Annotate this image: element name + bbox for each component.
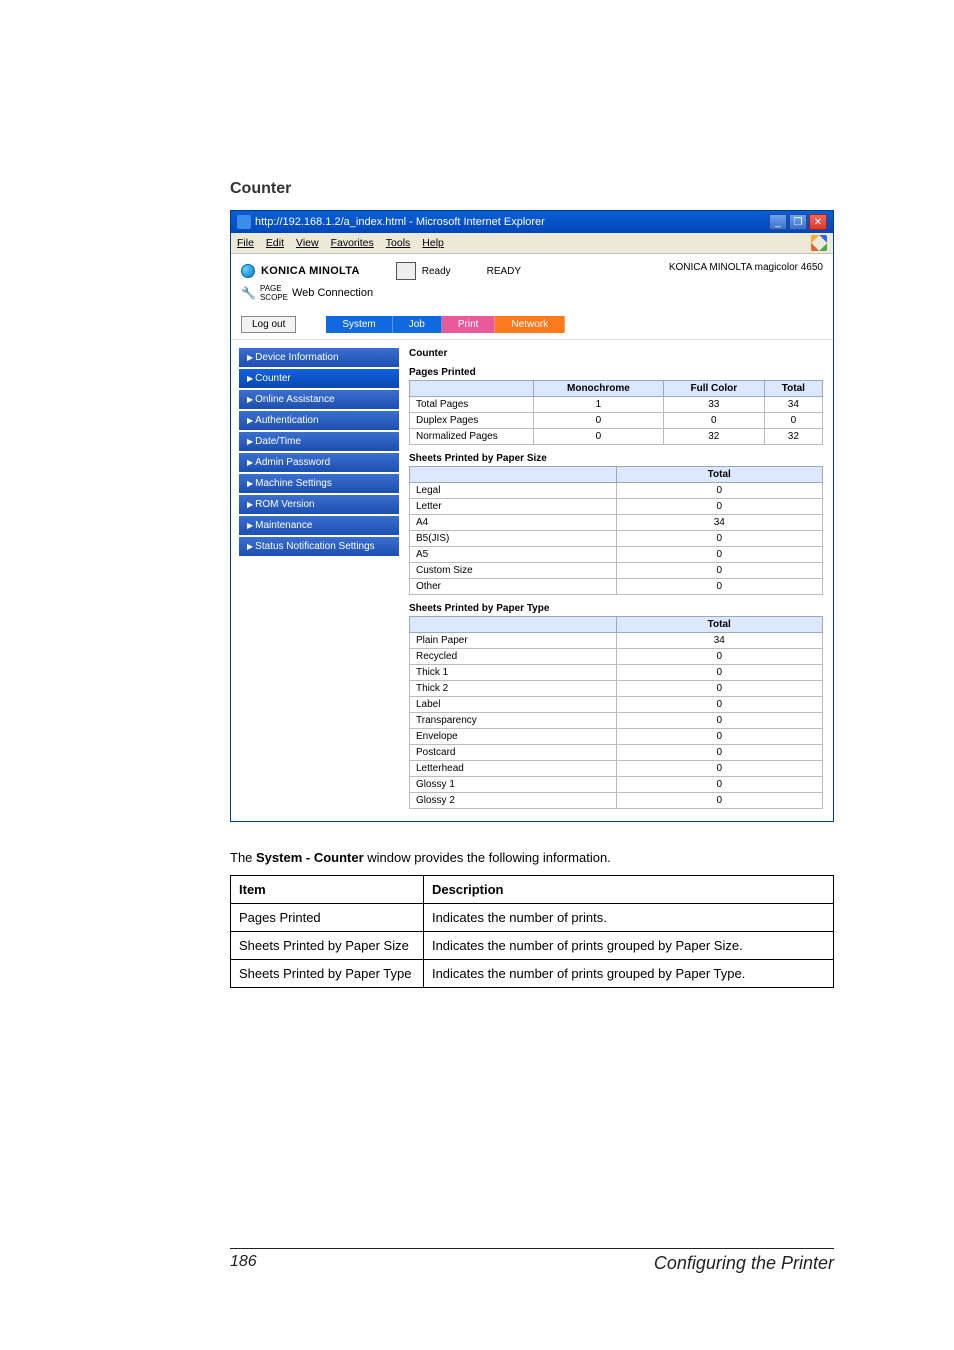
pages-printed-table: Monochrome Full Color Total Total Pages1… [409,380,823,445]
menu-edit[interactable]: Edit [266,237,284,249]
table-row: Label0 [410,697,823,713]
menu-view[interactable]: View [296,237,319,249]
sidebar-item-device-information[interactable]: ▶Device Information [239,348,399,367]
explain-header-description: Description [423,876,833,904]
by-size-heading: Sheets Printed by Paper Size [409,453,823,464]
page-section-title: Counter [230,180,834,198]
logout-button[interactable]: Log out [241,316,296,333]
ie-icon [237,215,251,229]
menu-file[interactable]: File [237,237,254,249]
pages-printed-heading: Pages Printed [409,367,823,378]
minimize-button[interactable]: _ [769,214,787,230]
explain-header-item: Item [231,876,424,904]
brand-logo-icon [241,264,255,278]
by-size-table: Total Legal0 Letter0 A434 B5(JIS)0 A50 C… [409,466,823,595]
status-value: READY [487,266,521,277]
table-row: Pages PrintedIndicates the number of pri… [231,904,834,932]
table-row: Recycled0 [410,649,823,665]
col-total: Total [616,617,823,633]
sidebar-item-admin-password[interactable]: ▶Admin Password [239,453,399,472]
menu-bar: File Edit View Favorites Tools Help [231,233,833,254]
caption-text: The System - Counter window provides the… [230,850,834,865]
table-row: Postcard0 [410,745,823,761]
tab-network[interactable]: Network [495,316,565,333]
page-footer: 186 Configuring the Printer [230,1248,834,1274]
table-row: Sheets Printed by Paper TypeIndicates th… [231,960,834,988]
sidebar-item-machine-settings[interactable]: ▶Machine Settings [239,474,399,493]
table-row: Thick 10 [410,665,823,681]
table-row: Plain Paper34 [410,633,823,649]
sidebar-item-authentication[interactable]: ▶Authentication [239,411,399,430]
tab-print[interactable]: Print [442,316,496,333]
table-row: Thick 20 [410,681,823,697]
printer-icon [396,262,416,280]
menu-help[interactable]: Help [422,237,444,249]
table-row: Transparency0 [410,713,823,729]
table-row: Total Pages13334 [410,397,823,413]
table-row: Letter0 [410,499,823,515]
col-full-color: Full Color [663,381,764,397]
pagescope-icon: 🔧 [241,286,256,300]
web-connection-label: Web Connection [292,287,373,299]
col-total: Total [764,381,822,397]
explain-table: Item Description Pages PrintedIndicates … [230,875,834,988]
table-row: Glossy 10 [410,777,823,793]
table-row: Legal0 [410,483,823,499]
table-row: A50 [410,547,823,563]
by-type-heading: Sheets Printed by Paper Type [409,603,823,614]
sidebar-item-maintenance[interactable]: ▶Maintenance [239,516,399,535]
table-row: A434 [410,515,823,531]
table-row: Other0 [410,579,823,595]
maximize-button[interactable]: ❐ [789,214,807,230]
sidebar: ▶Device Information ▶Counter ▶Online Ass… [239,348,399,813]
page-number: 186 [230,1253,257,1274]
table-row: Sheets Printed by Paper SizeIndicates th… [231,932,834,960]
sidebar-item-status-notification-settings[interactable]: ▶Status Notification Settings [239,537,399,556]
windows-logo-icon [811,235,827,251]
sidebar-item-online-assistance[interactable]: ▶Online Assistance [239,390,399,409]
window-title: http://192.168.1.2/a_index.html - Micros… [255,216,545,228]
table-row: B5(JIS)0 [410,531,823,547]
menu-favorites[interactable]: Favorites [331,237,374,249]
table-row: Envelope0 [410,729,823,745]
sidebar-item-rom-version[interactable]: ▶ROM Version [239,495,399,514]
main-content: Counter Pages Printed Monochrome Full Co… [405,340,833,821]
close-button[interactable]: ✕ [809,214,827,230]
window-titlebar: http://192.168.1.2/a_index.html - Micros… [231,211,833,233]
menu-tools[interactable]: Tools [386,237,411,249]
panel-title: Counter [409,348,823,359]
browser-window: http://192.168.1.2/a_index.html - Micros… [230,210,834,822]
table-row: Normalized Pages03232 [410,429,823,445]
tab-system[interactable]: System [326,316,392,333]
table-row: Duplex Pages000 [410,413,823,429]
brand-name: KONICA MINOLTA [261,265,360,277]
table-row: Custom Size0 [410,563,823,579]
sidebar-item-counter[interactable]: ▶Counter [239,369,399,388]
model-name: KONICA MINOLTA magicolor 4650 [669,262,823,273]
footer-title: Configuring the Printer [654,1253,834,1274]
by-type-table: Total Plain Paper34 Recycled0 Thick 10 T… [409,616,823,809]
table-row: Letterhead0 [410,761,823,777]
col-monochrome: Monochrome [533,381,663,397]
tab-job[interactable]: Job [393,316,442,333]
status-label: Ready [422,266,451,277]
col-total: Total [616,467,823,483]
sidebar-item-date-time[interactable]: ▶Date/Time [239,432,399,451]
table-row: Glossy 20 [410,793,823,809]
